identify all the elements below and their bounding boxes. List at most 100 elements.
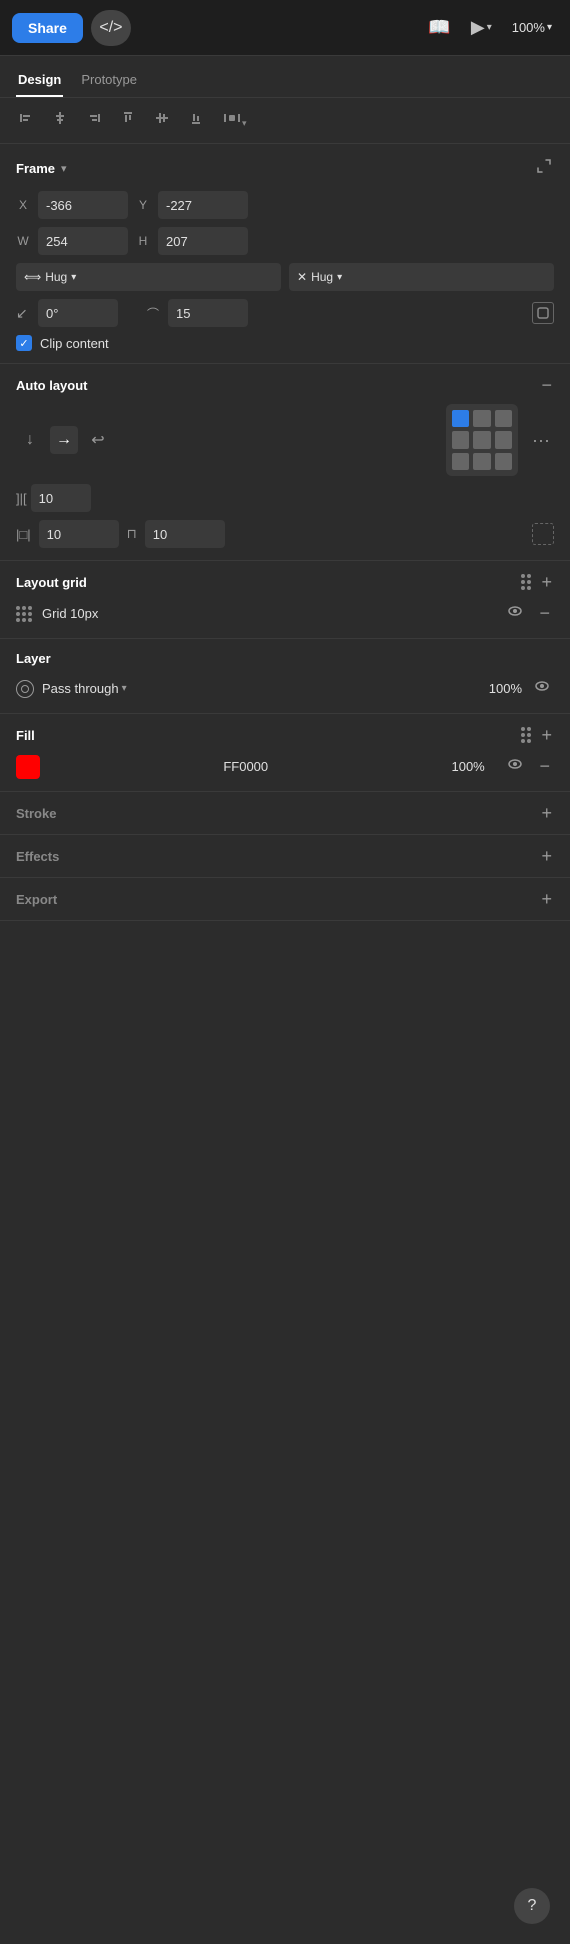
share-button[interactable]: Share bbox=[12, 13, 83, 43]
clip-content-row: ✓ Clip content bbox=[16, 335, 554, 351]
fill-hex-button[interactable]: FF0000 bbox=[48, 759, 443, 774]
frame-chevron-icon[interactable]: ▾ bbox=[61, 162, 67, 175]
grid-type-icon[interactable] bbox=[16, 606, 32, 622]
layer-title: Layer bbox=[16, 651, 51, 666]
frame-title: Frame bbox=[16, 161, 55, 176]
al-align-grid[interactable] bbox=[446, 404, 518, 476]
grid-remove-button[interactable]: − bbox=[535, 601, 554, 626]
al-pad-icon: |□| bbox=[16, 527, 31, 542]
layout-grid-reorder-icon[interactable] bbox=[521, 574, 531, 590]
w-input[interactable] bbox=[38, 227, 128, 255]
grid-dot-tr bbox=[495, 410, 512, 427]
x-label: X bbox=[16, 198, 30, 212]
grid-row: Grid 10px − bbox=[16, 601, 554, 626]
al-more-button[interactable]: ··· bbox=[528, 428, 554, 453]
y-input[interactable] bbox=[158, 191, 248, 219]
hug-y-button[interactable]: ✕ Hug ▾ bbox=[289, 263, 554, 291]
al-padding-row: |□| ⊓ bbox=[16, 520, 554, 548]
layer-visibility-button[interactable] bbox=[530, 676, 554, 701]
grid-dot-mc bbox=[473, 431, 490, 448]
align-top-icon[interactable] bbox=[116, 108, 140, 133]
h-label: H bbox=[136, 234, 150, 248]
grid-dot-tl bbox=[452, 410, 469, 427]
grid-visibility-button[interactable] bbox=[503, 601, 527, 626]
auto-layout-remove-button[interactable]: − bbox=[539, 376, 554, 394]
fill-reorder-icon[interactable] bbox=[521, 727, 531, 743]
fill-row: FF0000 − bbox=[16, 754, 554, 779]
h-input[interactable] bbox=[158, 227, 248, 255]
align-bar: ▾ bbox=[0, 98, 570, 144]
al-wrap-button[interactable]: ↩ bbox=[84, 426, 112, 454]
align-right-icon[interactable] bbox=[82, 108, 106, 133]
align-center-icon[interactable] bbox=[48, 108, 72, 133]
help-icon: ? bbox=[528, 1897, 537, 1915]
auto-layout-header: Auto layout − bbox=[16, 376, 554, 394]
align-middle-icon[interactable] bbox=[150, 108, 174, 133]
stroke-title: Stroke bbox=[16, 806, 56, 821]
grid-dot-ml bbox=[452, 431, 469, 448]
align-left-icon[interactable] bbox=[14, 108, 38, 133]
blend-mode-button[interactable]: Pass through ▾ bbox=[42, 681, 464, 696]
al-resize-icon[interactable] bbox=[532, 523, 554, 545]
blend-chevron-icon: ▾ bbox=[122, 683, 127, 694]
hug-y-chevron-icon: ▾ bbox=[337, 272, 342, 283]
hug-x-label: Hug bbox=[45, 270, 67, 284]
al-down-button[interactable]: ↓ bbox=[16, 426, 44, 454]
align-bottom-icon[interactable] bbox=[184, 108, 208, 133]
fill-visibility-button[interactable] bbox=[503, 754, 527, 779]
play-chevron-icon: ▾ bbox=[487, 22, 492, 33]
hug-row: ⟺ Hug ▾ ✕ Hug ▾ bbox=[16, 263, 554, 291]
hug-x-button[interactable]: ⟺ Hug ▾ bbox=[16, 263, 281, 291]
frame-resize-icon[interactable] bbox=[534, 156, 554, 181]
fill-color-swatch[interactable] bbox=[16, 755, 40, 779]
effects-add-button[interactable]: + bbox=[539, 847, 554, 865]
grid-dot-bc bbox=[473, 453, 490, 470]
help-button[interactable]: ? bbox=[514, 1888, 550, 1924]
hug-x-arrows-icon: ⟺ bbox=[24, 270, 41, 284]
w-label: W bbox=[16, 234, 30, 248]
fill-title: Fill bbox=[16, 728, 35, 743]
al-spacing-input[interactable] bbox=[31, 484, 91, 512]
stroke-header: Stroke + bbox=[16, 804, 554, 822]
tab-design[interactable]: Design bbox=[16, 66, 63, 97]
tabs-bar: Design Prototype bbox=[0, 56, 570, 98]
grid-dot-mr bbox=[495, 431, 512, 448]
al-spacing-icon: ]|[ bbox=[16, 491, 27, 506]
al-pad-left-input[interactable] bbox=[39, 520, 119, 548]
al-direction-row: ↓ → ↩ ··· bbox=[16, 404, 554, 476]
play-button[interactable]: ▶ ▾ bbox=[465, 13, 498, 42]
code-button[interactable]: </> bbox=[91, 10, 131, 46]
corner-mode-button[interactable] bbox=[532, 302, 554, 324]
fill-remove-button[interactable]: − bbox=[535, 754, 554, 779]
book-icon-button[interactable]: 📖 bbox=[422, 13, 456, 42]
stroke-add-button[interactable]: + bbox=[539, 804, 554, 822]
export-add-button[interactable]: + bbox=[539, 890, 554, 908]
fill-header: Fill + bbox=[16, 726, 554, 744]
frame-section-header: Frame ▾ bbox=[16, 156, 554, 181]
corner-input[interactable] bbox=[168, 299, 248, 327]
auto-layout-title: Auto layout bbox=[16, 378, 88, 393]
angle-input[interactable] bbox=[38, 299, 118, 327]
al-right-button[interactable]: → bbox=[50, 426, 78, 454]
grid-dot-tc bbox=[473, 410, 490, 427]
al-pad-top-input[interactable] bbox=[145, 520, 225, 548]
fill-add-button[interactable]: + bbox=[539, 726, 554, 744]
layer-opacity-input[interactable] bbox=[472, 681, 522, 696]
blend-mode-label: Pass through bbox=[42, 681, 119, 696]
layout-grid-add-button[interactable]: + bbox=[539, 573, 554, 591]
play-icon: ▶ bbox=[471, 17, 485, 38]
angle-row: ↙ ⌒ bbox=[16, 299, 554, 327]
layout-grid-section: Layout grid + Grid 10px − bbox=[0, 561, 570, 639]
export-header: Export + bbox=[16, 890, 554, 908]
clip-content-checkbox[interactable]: ✓ bbox=[16, 335, 32, 351]
auto-layout-controls: ↓ → ↩ ··· ]|[ bbox=[16, 404, 554, 548]
fill-hex-value: FF0000 bbox=[223, 759, 268, 774]
x-input[interactable] bbox=[38, 191, 128, 219]
zoom-button[interactable]: 100% ▾ bbox=[506, 16, 558, 39]
distribute-icon[interactable]: ▾ bbox=[218, 108, 251, 133]
fill-opacity-input[interactable] bbox=[451, 759, 495, 774]
export-title: Export bbox=[16, 892, 57, 907]
hug-x-chevron-icon: ▾ bbox=[71, 272, 76, 283]
layer-row: Pass through ▾ bbox=[16, 676, 554, 701]
tab-prototype[interactable]: Prototype bbox=[79, 66, 139, 97]
